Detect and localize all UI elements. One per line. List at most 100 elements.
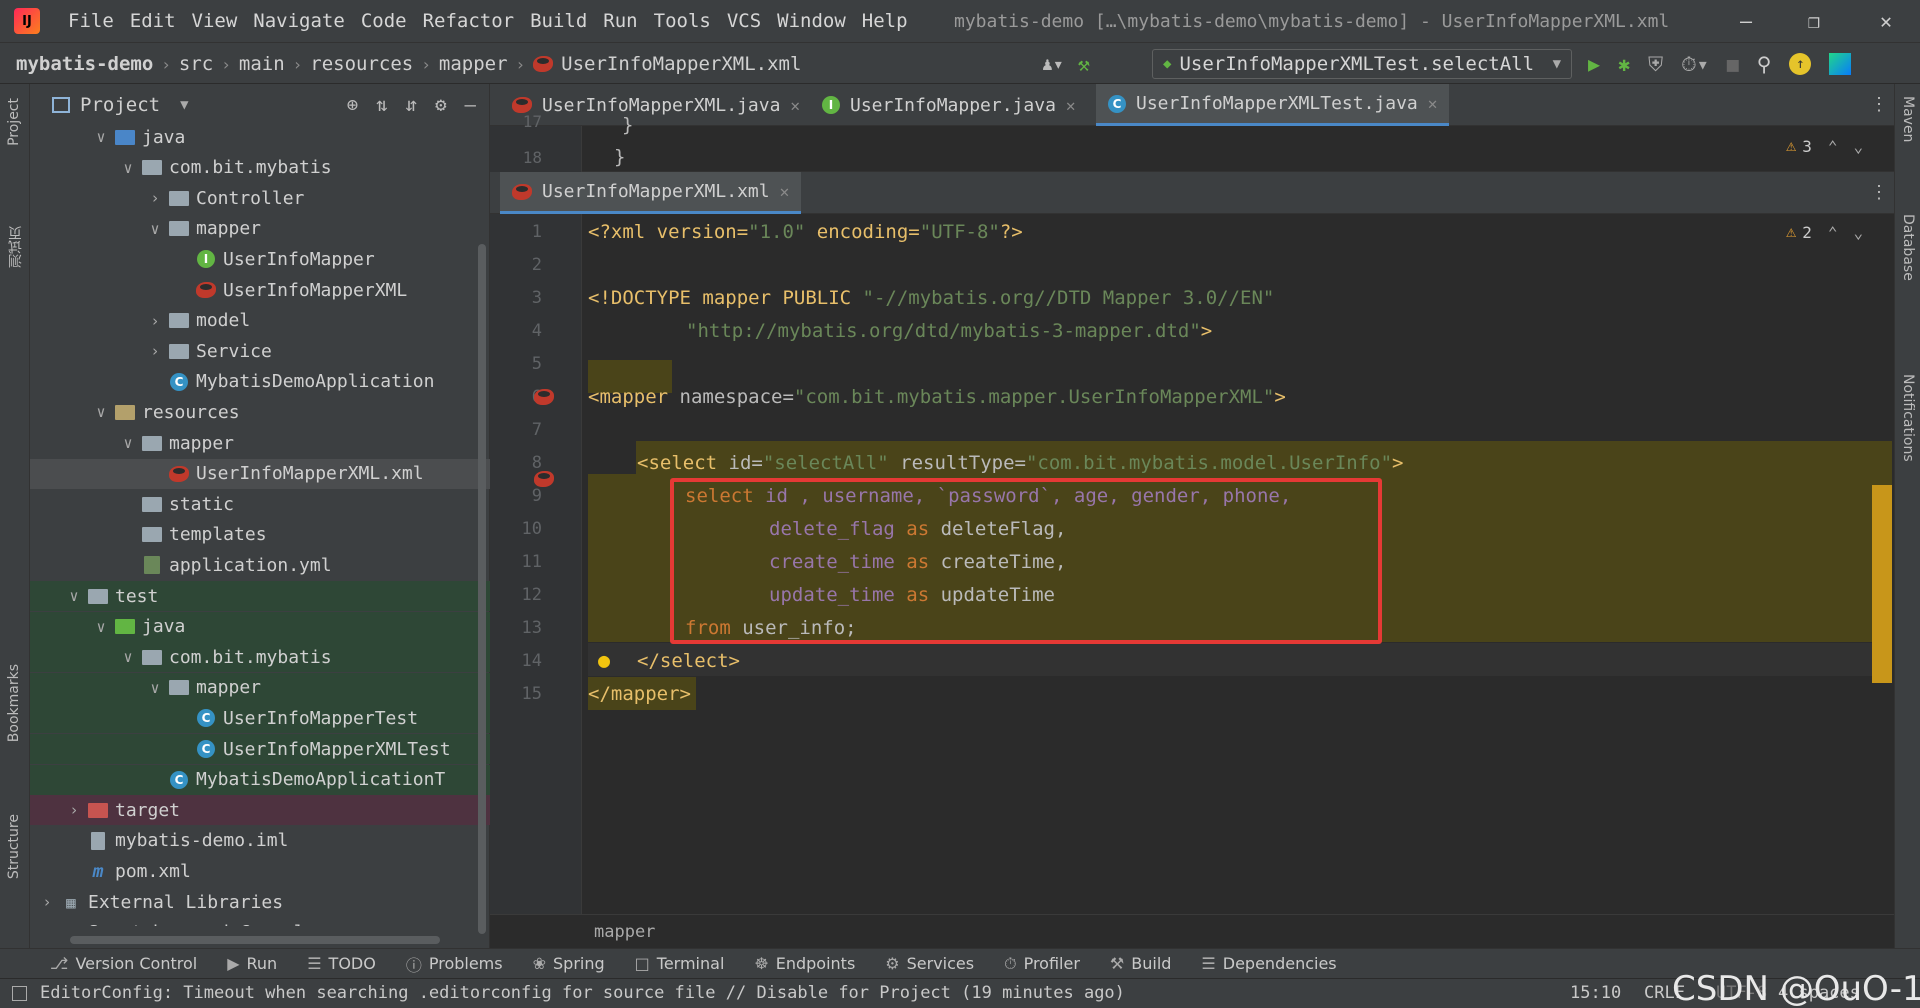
- tree-item[interactable]: ∨ java: [30, 611, 490, 642]
- project-stripe-button[interactable]: Project: [6, 98, 22, 146]
- menu-code[interactable]: Code: [361, 10, 407, 32]
- tree-item[interactable]: static: [30, 489, 490, 519]
- toolwindow-problems[interactable]: ⓘ Problems: [406, 952, 503, 976]
- split-editor-top[interactable]: 17 18 } } ⚠ 3 ⌃ ⌄: [490, 112, 1894, 172]
- mybatis-gutter-icon[interactable]: [534, 471, 554, 487]
- toolwindow-services[interactable]: ⚙ Services: [885, 954, 974, 973]
- cn-stripe-button[interactable]: 测试页: [6, 226, 26, 268]
- tree-item[interactable]: templates: [30, 520, 490, 550]
- toolwindow-profiler[interactable]: ⏱ Profiler: [1004, 954, 1080, 974]
- locate-icon[interactable]: ⊕: [347, 94, 358, 116]
- stop-icon[interactable]: ■: [1727, 52, 1739, 76]
- status-message[interactable]: EditorConfig: Timeout when searching .ed…: [40, 983, 1125, 1003]
- tree-item[interactable]: I UserInfoMapper: [30, 244, 490, 274]
- tree-item[interactable]: C MybatisDemoApplicationT: [30, 764, 490, 795]
- menu-file[interactable]: File: [68, 10, 114, 32]
- more-tabs-icon[interactable]: ⋮: [1870, 94, 1888, 115]
- expand-all-icon[interactable]: ⇅: [376, 94, 387, 116]
- tree-item[interactable]: m pom.xml: [30, 856, 490, 886]
- run-icon[interactable]: ▶: [1588, 52, 1600, 76]
- menu-window[interactable]: Window: [777, 10, 846, 32]
- tree-toggle-icon[interactable]: ›: [38, 924, 56, 926]
- tree-item[interactable]: › model: [30, 306, 490, 336]
- structure-stripe-button[interactable]: Structure: [6, 814, 22, 879]
- toolwindow-spring[interactable]: ❀ Spring: [533, 954, 605, 973]
- tree-item[interactable]: ∨ resources: [30, 397, 490, 427]
- breadcrumb-item-mapper[interactable]: mapper: [594, 922, 655, 942]
- tree-item[interactable]: UserInfoMapperXML.xml: [30, 458, 490, 489]
- more-tabs-icon[interactable]: ⋮: [1870, 182, 1888, 203]
- toolwindow-dependencies[interactable]: ☰ Dependencies: [1201, 954, 1336, 973]
- menu-help[interactable]: Help: [862, 10, 908, 32]
- editor-warnings-indicator[interactable]: ⚠ 2 ⌃ ⌄: [1786, 222, 1863, 242]
- breadcrumb-item[interactable]: main: [239, 53, 285, 75]
- mybatis-gutter-icon[interactable]: [534, 389, 554, 405]
- close-icon[interactable]: ✕: [1066, 96, 1076, 115]
- tree-toggle-icon[interactable]: ∨: [119, 434, 137, 452]
- toolwindow-endpoints[interactable]: ☸ Endpoints: [754, 954, 855, 973]
- breadcrumb-item[interactable]: mapper: [439, 53, 508, 75]
- restore-button[interactable]: ❐: [1784, 0, 1844, 42]
- tree-toggle-icon[interactable]: ∨: [92, 618, 110, 636]
- tree-toggle-icon[interactable]: ∨: [146, 679, 164, 697]
- toolwindow-todo[interactable]: ☰ TODO: [307, 954, 376, 973]
- breadcrumb-item[interactable]: src: [179, 53, 213, 75]
- project-view-select[interactable]: Project: [80, 94, 160, 116]
- tab-userinfomapperxml-xml[interactable]: UserInfoMapperXML.xml ✕: [500, 172, 802, 214]
- maven-stripe-button[interactable]: Maven: [1900, 96, 1916, 142]
- run-configuration-select[interactable]: ◆ UserInfoMapperXMLTest.selectAll ▼: [1152, 49, 1572, 79]
- tree-toggle-icon[interactable]: ∨: [92, 128, 110, 146]
- horizontal-scrollbar[interactable]: [70, 936, 440, 944]
- profile-icon[interactable]: ⏱▾: [1681, 52, 1709, 76]
- tree-item[interactable]: C UserInfoMapperXMLTest: [30, 734, 490, 764]
- tree-item[interactable]: application.yml: [30, 550, 490, 580]
- breadcrumb-item[interactable]: mybatis-demo: [16, 53, 153, 75]
- chevron-down-icon[interactable]: ⌄: [1854, 223, 1864, 242]
- tree-item[interactable]: ∨ mapper: [30, 214, 490, 244]
- menu-edit[interactable]: Edit: [130, 10, 176, 32]
- close-icon[interactable]: ✕: [780, 182, 790, 201]
- tree-toggle-icon[interactable]: ∨: [119, 648, 137, 666]
- menu-run[interactable]: Run: [603, 10, 637, 32]
- coverage-icon[interactable]: ⛨: [1648, 52, 1663, 76]
- chevron-up-icon[interactable]: ⌃: [1828, 137, 1838, 156]
- tree-item[interactable]: › Controller: [30, 183, 490, 213]
- breadcrumb-item[interactable]: resources: [310, 53, 413, 75]
- tree-item[interactable]: ∨ java: [30, 126, 490, 152]
- menu-navigate[interactable]: Navigate: [253, 10, 345, 32]
- close-icon[interactable]: ✕: [790, 96, 800, 115]
- menu-build[interactable]: Build: [530, 10, 587, 32]
- tree-item[interactable]: C MybatisDemoApplication: [30, 367, 490, 397]
- tree-toggle-icon[interactable]: ∨: [92, 403, 110, 421]
- caret-position[interactable]: 15:10: [1570, 983, 1621, 1003]
- chevron-down-icon[interactable]: ▼: [180, 97, 188, 113]
- vertical-scrollbar[interactable]: [478, 244, 486, 934]
- tree-toggle-icon[interactable]: ›: [146, 312, 164, 330]
- tab-userinfomapperxmltest-java[interactable]: C UserInfoMapperXMLTest.java ✕: [1096, 84, 1450, 126]
- toolwindow-run[interactable]: ▶ Run: [227, 954, 277, 973]
- app-logo-icon[interactable]: IJ: [14, 8, 40, 34]
- close-icon[interactable]: ✕: [1428, 94, 1438, 113]
- tab-userinfomapper-java[interactable]: I UserInfoMapper.java ✕: [810, 84, 1088, 126]
- tree-item[interactable]: ∨ mapper: [30, 428, 490, 458]
- tree-item[interactable]: › Service: [30, 336, 490, 366]
- jetbrains-icon[interactable]: [1829, 53, 1852, 75]
- tree-item[interactable]: ∨ test: [30, 581, 490, 611]
- chevron-down-icon[interactable]: ⌄: [1854, 137, 1864, 156]
- chevron-up-icon[interactable]: ⌃: [1828, 223, 1838, 242]
- tree-toggle-icon[interactable]: ›: [146, 189, 164, 207]
- bookmarks-stripe-button[interactable]: Bookmarks: [6, 664, 22, 742]
- toolwindow-terminal[interactable]: □ Terminal: [635, 954, 725, 973]
- lightbulb-icon[interactable]: ●: [598, 648, 610, 672]
- tree-item[interactable]: ∨ mapper: [30, 672, 490, 703]
- tree-item[interactable]: ∨ com.bit.mybatis: [30, 642, 490, 673]
- gear-icon[interactable]: ⚙: [435, 94, 446, 116]
- tree-item[interactable]: UserInfoMapperXML: [30, 275, 490, 305]
- search-icon[interactable]: ⚲: [1757, 52, 1772, 76]
- tree-toggle-icon[interactable]: ›: [38, 893, 56, 911]
- tree-item[interactable]: ∨ com.bit.mybatis: [30, 153, 490, 183]
- toolwindow-version-control[interactable]: ⎇ Version Control: [50, 954, 197, 973]
- status-toggle-icon[interactable]: [12, 986, 27, 1001]
- tree-item[interactable]: › target: [30, 795, 490, 826]
- breadcrumb-item[interactable]: UserInfoMapperXML.xml: [561, 53, 801, 75]
